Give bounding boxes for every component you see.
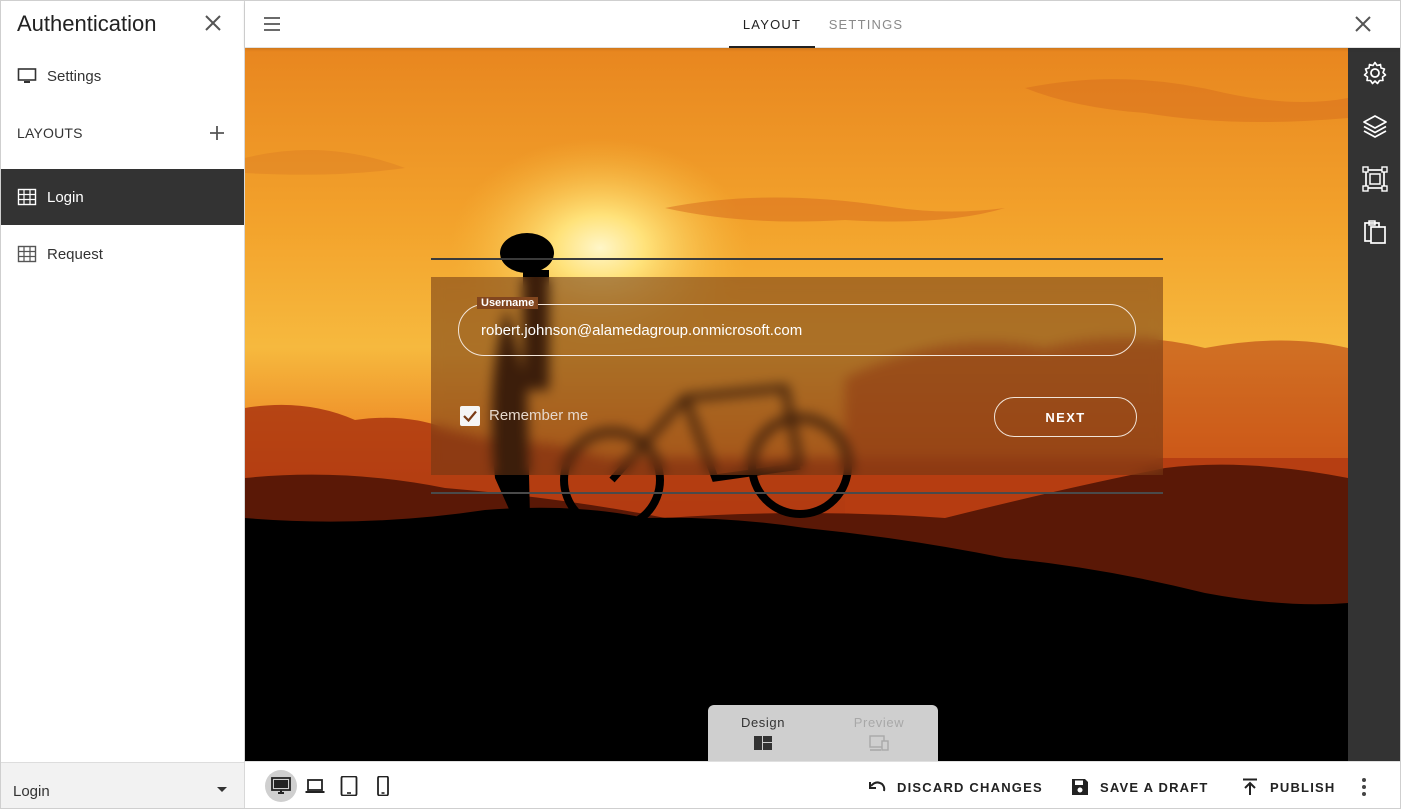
- divider: [431, 258, 1163, 260]
- dashboard-icon: [754, 736, 772, 750]
- bottom-bar: DISCARD CHANGES SAVE A DRAFT PUBLISH: [245, 761, 1400, 808]
- design-mode-button[interactable]: Design: [708, 715, 818, 752]
- sidebar-title: Authentication: [17, 11, 157, 36]
- tablet-icon[interactable]: [333, 770, 365, 802]
- remember-me-label: Remember me: [489, 407, 589, 424]
- sidebar-item-settings[interactable]: Settings: [1, 48, 244, 104]
- close-icon[interactable]: [1351, 12, 1375, 36]
- remember-me-checkbox[interactable]: [460, 406, 480, 426]
- username-field[interactable]: Username: [458, 297, 1136, 356]
- mode-toggle: Design Preview: [708, 705, 938, 761]
- preview-mode-button[interactable]: Preview: [824, 715, 934, 752]
- gear-icon[interactable]: [1362, 60, 1388, 86]
- sidebar-item-label: Login: [47, 188, 84, 206]
- username-input[interactable]: [481, 319, 1111, 341]
- desktop-icon[interactable]: [265, 770, 297, 802]
- save-draft-label: SAVE A DRAFT: [1100, 779, 1209, 795]
- username-label: Username: [477, 297, 539, 309]
- frame-select-icon[interactable]: [1362, 166, 1388, 192]
- more-vertical-icon[interactable]: [1353, 776, 1375, 798]
- save-icon: [1072, 779, 1088, 795]
- layout-select-value: Login: [13, 783, 50, 800]
- chevron-down-icon: [217, 787, 227, 792]
- devices-icon: [869, 735, 889, 751]
- next-button[interactable]: NEXT: [994, 397, 1137, 437]
- discard-changes-label: DISCARD CHANGES: [897, 779, 1043, 795]
- monitor-icon: [17, 66, 37, 86]
- layouts-section-header: LAYOUTS: [17, 125, 83, 141]
- phone-icon[interactable]: [367, 770, 399, 802]
- top-bar: LAYOUT SETTINGS: [245, 1, 1400, 48]
- sidebar-item-request[interactable]: Request: [1, 226, 244, 282]
- grid-icon: [17, 244, 37, 264]
- preview-mode-label: Preview: [853, 715, 905, 730]
- layout-select[interactable]: Login: [1, 762, 244, 808]
- design-canvas: Username Remember me NEXT Design Preview: [245, 48, 1348, 761]
- hamburger-menu-icon[interactable]: [261, 13, 283, 35]
- add-layout-icon[interactable]: [206, 122, 228, 144]
- sidebar: Authentication Settings LAYOUTS Login Re…: [1, 1, 245, 808]
- publish-label: PUBLISH: [1270, 779, 1336, 795]
- close-icon[interactable]: [201, 11, 225, 35]
- undo-icon: [869, 781, 886, 792]
- right-tool-rail: [1348, 48, 1400, 761]
- laptop-icon[interactable]: [299, 770, 331, 802]
- divider: [431, 492, 1163, 494]
- layers-icon[interactable]: [1362, 113, 1388, 139]
- clipboard-icon[interactable]: [1362, 219, 1388, 245]
- discard-changes-button[interactable]: DISCARD CHANGES: [867, 776, 1043, 798]
- design-mode-label: Design: [740, 715, 786, 730]
- publish-icon: [1243, 778, 1257, 795]
- publish-button[interactable]: PUBLISH: [1240, 776, 1335, 798]
- login-card: Username Remember me NEXT: [431, 277, 1163, 475]
- grid-icon: [17, 187, 37, 207]
- sidebar-item-label: Settings: [47, 67, 102, 85]
- save-draft-button[interactable]: SAVE A DRAFT: [1070, 776, 1209, 798]
- sidebar-item-label: Request: [47, 245, 103, 263]
- sidebar-item-login[interactable]: Login: [1, 169, 244, 225]
- app-window: Authentication Settings LAYOUTS Login Re…: [0, 0, 1401, 809]
- tab-layout[interactable]: LAYOUT: [729, 1, 815, 48]
- tab-settings[interactable]: SETTINGS: [823, 1, 909, 48]
